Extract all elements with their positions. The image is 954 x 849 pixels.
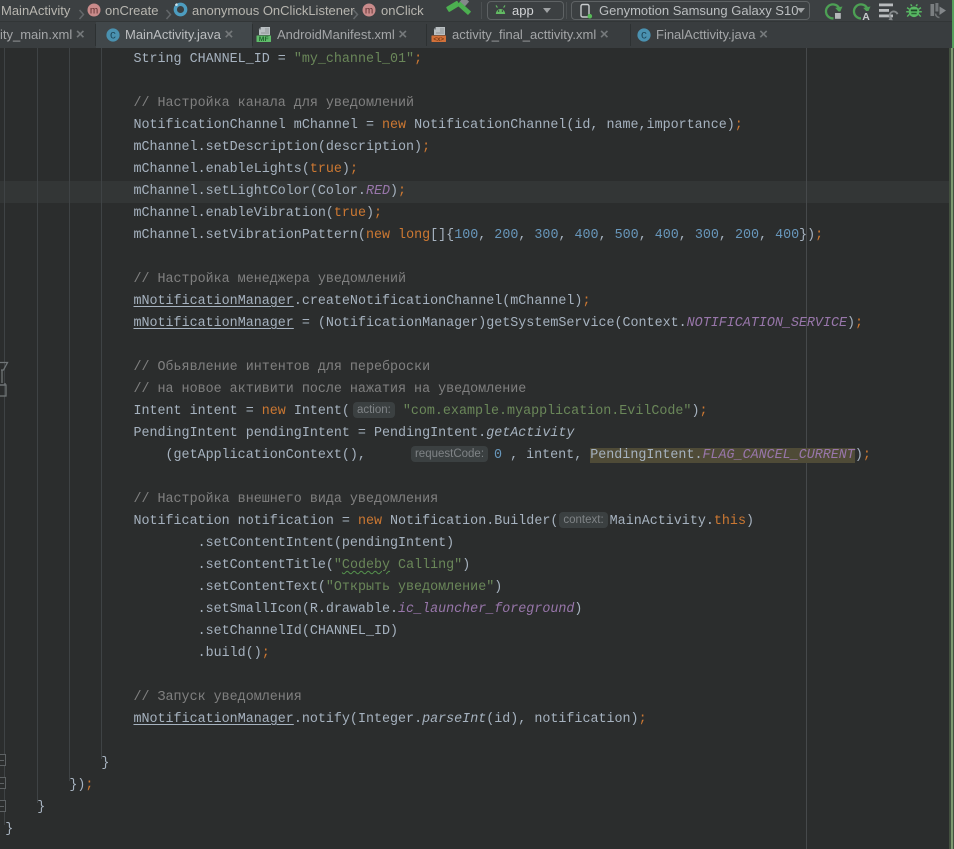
- svg-text:m: m: [90, 6, 98, 17]
- svg-text:m: m: [365, 6, 373, 17]
- svg-text:C: C: [110, 32, 116, 43]
- svg-text:<x>: <x>: [433, 36, 444, 43]
- svg-text:A: A: [862, 11, 870, 21]
- svg-text:C: C: [641, 32, 647, 43]
- svg-text:MF: MF: [259, 36, 269, 43]
